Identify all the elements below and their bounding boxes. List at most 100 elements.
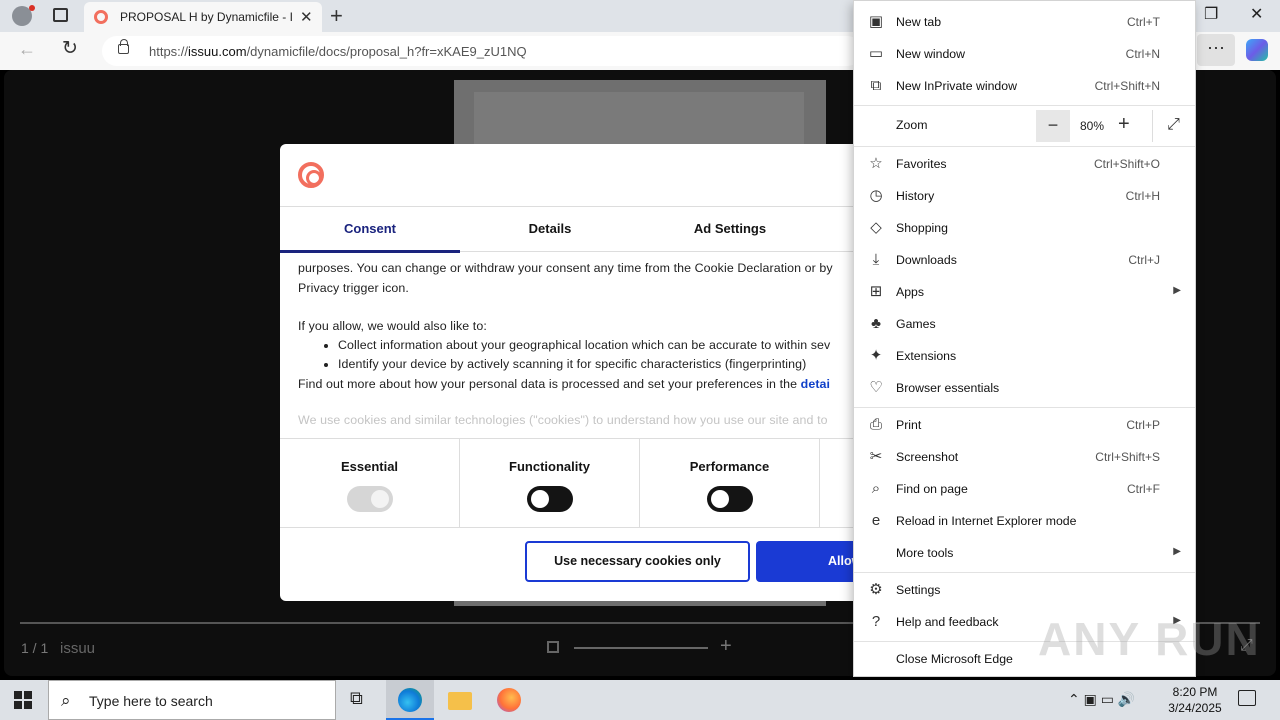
tab-details[interactable]: Details	[460, 207, 640, 253]
file-explorer-icon[interactable]	[448, 692, 472, 710]
downloads-icon: ⤓	[872, 251, 880, 268]
clock[interactable]: 8:20 PM 3/24/2025	[1160, 684, 1230, 716]
viewer-zoom-in-icon[interactable]: +	[720, 635, 732, 658]
zoom-level: 80%	[1080, 119, 1105, 133]
consent-text: purposes. You can change or withdraw you…	[298, 258, 878, 438]
shopping-icon: ◇	[870, 219, 882, 236]
history-icon: ◷	[869, 187, 883, 204]
extensions-icon: ✦	[869, 347, 883, 364]
page-counter: 1 / 1	[21, 640, 49, 656]
task-view-icon[interactable]: ⧉	[350, 688, 374, 712]
tab-consent[interactable]: Consent	[280, 207, 460, 253]
search-icon: ⌕	[61, 691, 71, 710]
menu-item-history[interactable]: ◷ History Ctrl+H	[854, 180, 1195, 212]
details-link[interactable]: detai	[801, 377, 830, 391]
back-icon[interactable]: ←	[18, 39, 36, 60]
notification-icon[interactable]	[1238, 690, 1256, 706]
cookie-consent-dialog: Consent Details Ad Settings purposes. Yo…	[280, 144, 880, 601]
menu-item-zoom: Zoom	[896, 118, 928, 132]
settings-icon: ⚙	[869, 581, 883, 598]
menu-item-print[interactable]: ⎙ Print Ctrl+P	[854, 409, 1195, 441]
menu-item-new-window[interactable]: ▭ New window Ctrl+N	[854, 38, 1195, 70]
consent-line: purposes. You can change or withdraw you…	[298, 261, 833, 275]
necessary-cookies-button[interactable]: Use necessary cookies only	[525, 541, 750, 582]
copilot-icon[interactable]	[1246, 39, 1268, 61]
menu-item-find[interactable]: ⌕ Find on page Ctrl+F	[854, 473, 1195, 505]
restore-window-icon[interactable]: ❐	[1204, 4, 1218, 24]
zoom-out-button[interactable]: −	[1036, 110, 1070, 142]
tab-title: PROPOSAL H by Dynamicfile - Issuu	[120, 10, 292, 24]
games-icon: ♣	[871, 315, 881, 332]
ie-mode-icon: e	[871, 512, 881, 529]
issuu-logo: issuu	[60, 640, 96, 657]
taskbar-search[interactable]: ⌕ Type here to search	[48, 680, 336, 720]
menu-item-downloads[interactable]: ⤓ Downloads Ctrl+J	[854, 244, 1195, 276]
menu-item-extensions[interactable]: ✦ Extensions	[854, 340, 1195, 372]
chevron-right-icon: ▶	[1173, 546, 1181, 557]
browser-essentials-icon: ♡	[869, 379, 883, 396]
menu-item-inprivate[interactable]: ⧉ New InPrivate window Ctrl+Shift+N	[854, 70, 1195, 102]
taskbar: ⌕ Type here to search ⧉ ⌃ ▣ ▭ 🔊 8:20 PM …	[0, 680, 1280, 720]
menu-item-ie-mode[interactable]: e Reload in Internet Explorer mode	[854, 505, 1195, 537]
menu-item-shopping[interactable]: ◇ Shopping	[854, 212, 1195, 244]
apps-icon: ⊞	[869, 283, 883, 300]
anyrun-watermark: ANY RUN	[1038, 613, 1261, 665]
toggle-essential: Essential	[280, 439, 460, 528]
menu-item-new-tab[interactable]: ▣ New tab Ctrl+T	[854, 6, 1195, 38]
toggle-label: Performance	[689, 459, 770, 474]
toggle-performance: Performance	[640, 439, 820, 528]
new-tab-icon[interactable]: +	[330, 3, 343, 29]
consent-toggles: Essential Functionality Performance	[280, 438, 880, 528]
functionality-toggle[interactable]	[527, 486, 573, 512]
consent-tabs: Consent Details Ad Settings	[280, 206, 880, 253]
settings-and-more-button[interactable]: ···	[1197, 34, 1235, 66]
tab-close-icon[interactable]: ✕	[300, 8, 313, 26]
menu-item-screenshot[interactable]: ✂ Screenshot Ctrl+Shift+S	[854, 441, 1195, 473]
toggle-label: Functionality	[509, 459, 590, 474]
consent-list: Collect information about your geographi…	[338, 336, 878, 374]
tab-actions-icon[interactable]	[53, 8, 68, 22]
help-icon: ?	[871, 613, 881, 630]
windows-start-icon[interactable]	[14, 691, 32, 709]
tab-ad-settings[interactable]: Ad Settings	[640, 207, 820, 253]
reload-icon[interactable]: ↻	[62, 37, 78, 60]
issuu-logo-icon	[298, 162, 324, 188]
menu-item-favorites[interactable]: ☆ Favorites Ctrl+Shift+O	[854, 148, 1195, 180]
profile-alert-dot	[29, 5, 35, 11]
viewer-zoom-slider[interactable]	[574, 647, 708, 649]
edge-taskbar-icon[interactable]	[386, 680, 434, 720]
new-tab-icon: ▣	[868, 13, 884, 30]
address-bar[interactable]: https://issuu.com/dynamicfile/docs/propo…	[102, 36, 862, 66]
menu-item-more-tools[interactable]: More tools ▶	[854, 537, 1195, 569]
screenshot-icon: ✂	[869, 448, 883, 465]
fullscreen-button[interactable]: ⤢	[1152, 110, 1194, 142]
toggle-functionality: Functionality	[460, 439, 640, 528]
system-tray-icons[interactable]: ⌃ ▣ ▭ 🔊	[1068, 691, 1135, 708]
grid-view-icon[interactable]	[547, 641, 559, 653]
new-window-icon: ▭	[868, 45, 884, 62]
settings-menu: ▣ New tab Ctrl+T ▭ New window Ctrl+N ⧉ New In…	[853, 0, 1196, 677]
find-icon: ⌕	[871, 480, 881, 497]
favorites-icon: ☆	[869, 155, 883, 172]
search-placeholder: Type here to search	[89, 693, 213, 709]
zoom-in-button[interactable]: +	[1118, 113, 1130, 136]
menu-item-browser-essentials[interactable]: ♡ Browser essentials	[854, 372, 1195, 404]
lock-icon[interactable]	[118, 39, 129, 54]
toggle-label: Essential	[340, 459, 399, 474]
consent-bullet: Collect information about your geographi…	[338, 336, 878, 355]
issuu-favicon-icon	[94, 10, 108, 24]
menu-item-settings[interactable]: ⚙ Settings	[854, 574, 1195, 606]
print-icon: ⎙	[869, 416, 882, 433]
clock-date: 3/24/2025	[1168, 701, 1222, 715]
consent-line: Find out more about how your personal da…	[298, 377, 831, 391]
menu-item-apps[interactable]: ⊞ Apps ▶	[854, 276, 1195, 308]
firefox-icon[interactable]	[497, 688, 521, 712]
consent-line: Privacy trigger icon.	[298, 281, 409, 295]
tab-active[interactable]: PROPOSAL H by Dynamicfile - Issuu ✕	[84, 2, 322, 32]
performance-toggle[interactable]	[707, 486, 753, 512]
close-window-icon[interactable]: ✕	[1250, 4, 1263, 24]
menu-item-games[interactable]: ♣ Games	[854, 308, 1195, 340]
essential-toggle	[347, 486, 393, 512]
inprivate-icon: ⧉	[870, 77, 882, 94]
chevron-right-icon: ▶	[1173, 285, 1181, 296]
